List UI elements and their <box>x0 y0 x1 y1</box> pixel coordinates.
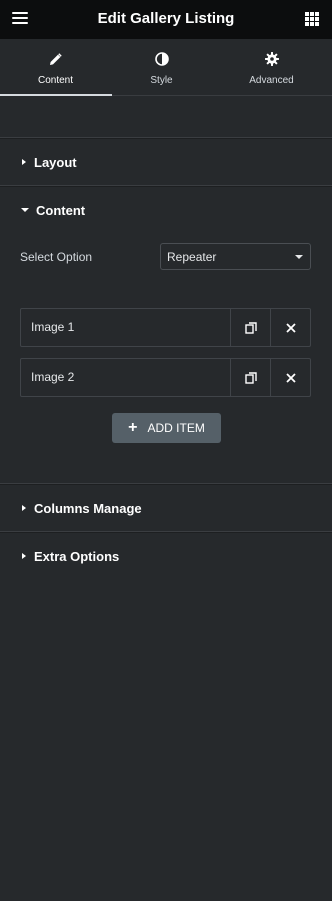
grid-apps-icon[interactable] <box>305 12 319 26</box>
repeater-item: Image 1 <box>20 308 311 347</box>
duplicate-button[interactable] <box>230 309 271 346</box>
repeater-item-title[interactable]: Image 1 <box>21 309 230 346</box>
panel-right-edge <box>332 0 336 901</box>
caret-right-icon <box>22 505 26 511</box>
duplicate-button[interactable] <box>230 359 271 396</box>
repeater-item-label: Image 2 <box>31 370 75 384</box>
add-item-label: ADD ITEM <box>147 421 205 435</box>
duplicate-icon <box>245 321 257 334</box>
section-columns-manage-toggle[interactable]: Columns Manage <box>22 500 142 516</box>
remove-button[interactable] <box>270 359 311 396</box>
tab-content[interactable]: Content <box>0 39 111 97</box>
caret-right-icon <box>22 553 26 559</box>
section-layout-toggle[interactable]: Layout <box>22 154 77 170</box>
add-item-button[interactable]: + ADD ITEM <box>112 413 221 443</box>
remove-button[interactable] <box>270 309 311 346</box>
section-content-label: Content <box>36 202 86 218</box>
active-tab-indicator <box>0 94 112 96</box>
tab-style-label: Style <box>150 75 173 86</box>
close-icon <box>286 322 296 333</box>
section-extra-options-toggle[interactable]: Extra Options <box>22 548 119 564</box>
section-divider <box>0 531 332 533</box>
repeater-item-title[interactable]: Image 2 <box>21 359 230 396</box>
caret-right-icon <box>22 159 26 165</box>
select-option-value: Repeater <box>167 250 217 264</box>
contrast-half-circle-icon <box>154 52 169 66</box>
section-divider <box>0 483 332 485</box>
panel-header: Edit Gallery Listing <box>0 0 332 39</box>
repeater-item-label: Image 1 <box>31 320 75 334</box>
gear-icon <box>264 52 279 66</box>
select-option-label: Select Option <box>20 250 93 264</box>
repeater-item: Image 2 <box>20 358 311 397</box>
tab-advanced-label: Advanced <box>249 75 294 86</box>
section-layout-label: Layout <box>34 154 77 170</box>
section-divider <box>0 137 332 139</box>
plus-icon: + <box>128 419 138 436</box>
panel-title: Edit Gallery Listing <box>97 10 235 27</box>
section-divider <box>0 185 332 187</box>
dropdown-arrow-icon <box>295 255 303 259</box>
close-icon <box>286 372 296 383</box>
section-extra-options-label: Extra Options <box>34 548 120 564</box>
panel-tabs: Content Style Advanced <box>0 39 332 97</box>
caret-down-icon <box>21 208 29 212</box>
tab-content-label: Content <box>37 75 74 86</box>
tab-advanced[interactable]: Advanced <box>216 39 327 97</box>
duplicate-icon <box>245 371 257 384</box>
section-columns-manage-label: Columns Manage <box>34 500 142 516</box>
tab-style[interactable]: Style <box>106 39 217 97</box>
select-option-dropdown[interactable]: Repeater <box>160 243 311 270</box>
pencil-icon <box>50 52 62 65</box>
tabs-divider <box>112 95 332 96</box>
section-content-toggle[interactable]: Content <box>21 202 86 218</box>
